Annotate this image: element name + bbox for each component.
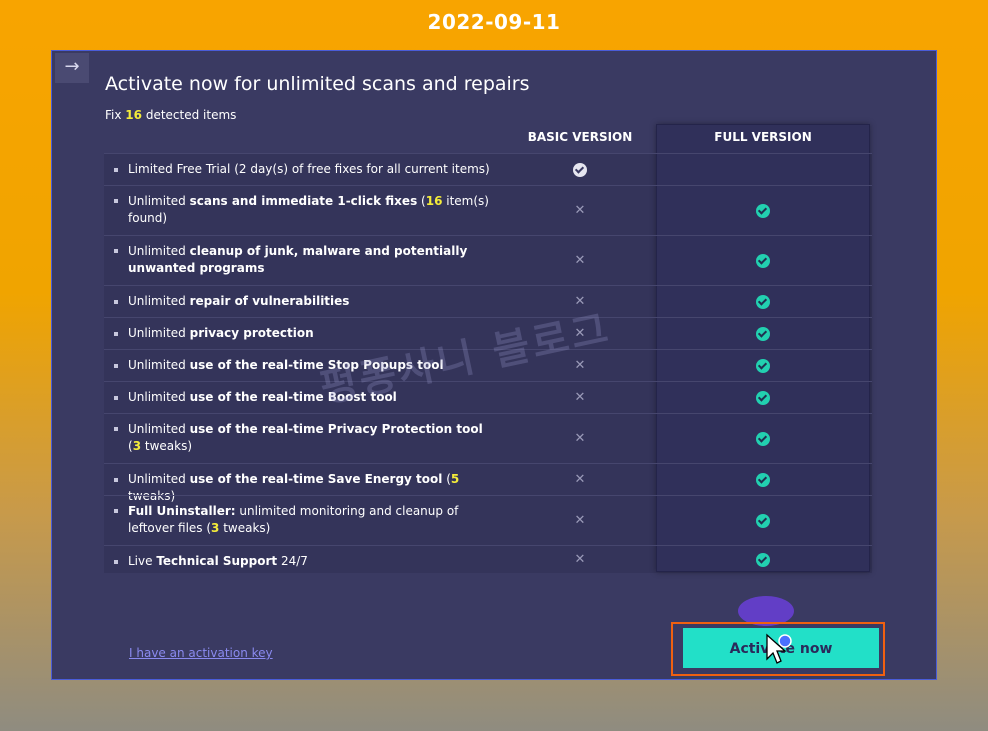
bullet-icon [114,300,118,304]
feature-description: Unlimited cleanup of junk, malware and p… [128,244,468,275]
table-row: Full Uninstaller: unlimited monitoring a… [104,495,872,545]
bullet-icon [114,199,118,203]
bullet-icon [114,478,118,482]
bullet-icon [114,364,118,368]
table-row: Unlimited cleanup of junk, malware and p… [104,235,872,285]
activation-window: → Activate now for unlimited scans and r… [51,50,937,680]
bullet-icon [114,249,118,253]
full-check-icon [756,204,770,218]
full-check-icon [756,432,770,446]
bullet-icon [114,168,118,172]
feature-description: Limited Free Trial (2 day(s) of free fix… [128,162,490,176]
table-row: Unlimited repair of vulnerabilities ✕ [104,285,872,317]
column-header-basic: BASIC VERSION [527,130,633,144]
basic-x-icon: ✕ [574,203,586,218]
back-arrow-icon[interactable]: → [55,53,89,83]
full-check-icon [756,327,770,341]
full-check-icon [756,295,770,309]
full-check-icon [756,514,770,528]
full-check-icon [756,359,770,373]
bullet-icon [114,509,118,513]
table-row: Unlimited use of the real-time Boost too… [104,381,872,413]
activation-key-link[interactable]: I have an activation key [129,646,273,660]
overlay-date: 2022-09-11 [427,10,561,34]
bullet-icon [114,332,118,336]
basic-check-icon [573,163,587,177]
feature-description: Live Technical Support 24/7 [128,554,308,568]
basic-x-icon: ✕ [574,513,586,528]
table-row: Limited Free Trial (2 day(s) of free fix… [104,153,872,185]
table-row: Unlimited use of the real-time Privacy P… [104,413,872,463]
bullet-icon [114,560,118,564]
full-check-icon [756,391,770,405]
table-row: Live Technical Support 24/7 ✕ [104,545,872,572]
basic-x-icon: ✕ [574,431,586,446]
detected-items-summary: Fix 16 detected items [105,108,237,122]
full-check-icon [756,553,770,567]
full-check-icon [756,473,770,487]
mouse-cursor-icon [766,633,792,664]
basic-x-icon: ✕ [574,472,586,487]
detected-count: 16 [125,108,142,122]
bullet-icon [114,396,118,400]
feature-description: Full Uninstaller: unlimited monitoring a… [128,504,459,535]
basic-x-icon: ✕ [574,552,586,567]
page-title: Activate now for unlimited scans and rep… [105,73,530,95]
full-check-icon [756,254,770,268]
feature-description: Unlimited use of the real-time Privacy P… [128,422,483,453]
basic-x-icon: ✕ [574,253,586,268]
table-row: Unlimited scans and immediate 1-click fi… [104,185,872,235]
bullet-icon [114,427,118,431]
basic-x-icon: ✕ [574,390,586,405]
table-row: Unlimited use of the real-time Save Ener… [104,463,872,503]
feature-description: Unlimited use of the real-time Boost too… [128,390,397,404]
feature-description: Unlimited scans and immediate 1-click fi… [128,194,489,225]
column-header-full: FULL VERSION [714,130,812,144]
feature-description: Unlimited repair of vulnerabilities [128,294,350,308]
